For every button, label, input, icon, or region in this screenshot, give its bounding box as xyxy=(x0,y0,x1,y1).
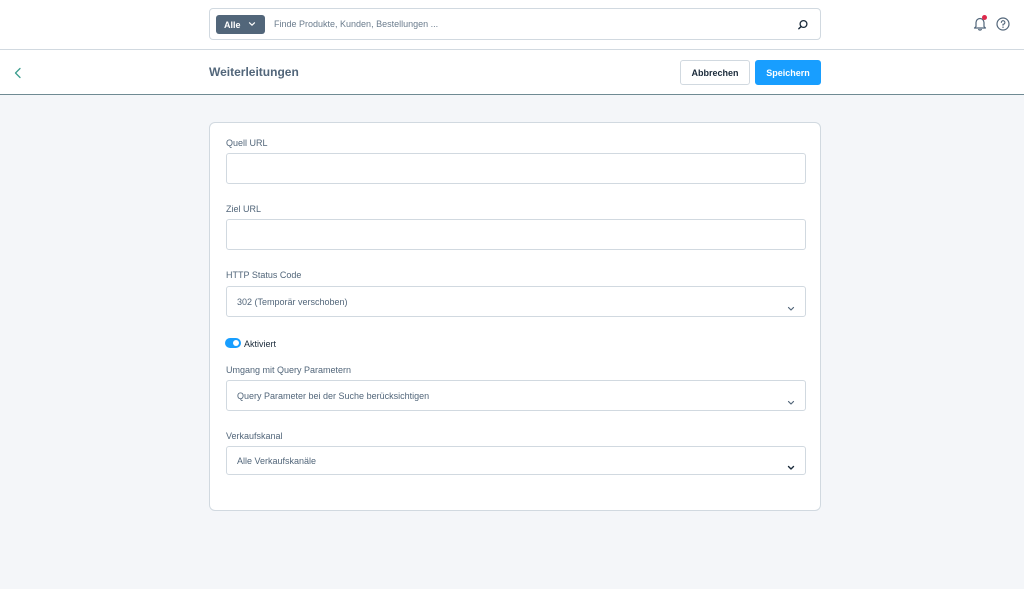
search-icon[interactable] xyxy=(797,18,809,36)
search-type-label: Alle xyxy=(224,19,241,30)
notification-dot xyxy=(982,15,987,20)
redirect-form-card: Quell URL Ziel URL HTTP Status Code 302 … xyxy=(209,122,821,511)
source-url-input[interactable] xyxy=(227,154,805,183)
sales-channel-label: Verkaufskanal xyxy=(226,431,283,441)
back-icon[interactable] xyxy=(13,66,23,84)
active-toggle[interactable] xyxy=(225,338,241,348)
page-title: Weiterleitungen xyxy=(209,65,299,79)
global-search: Alle xyxy=(209,8,821,40)
http-status-value: 302 (Temporär verschoben) xyxy=(237,297,348,307)
query-params-label: Umgang mit Query Parametern xyxy=(226,365,352,375)
source-url-field[interactable] xyxy=(226,153,806,184)
chevron-down-icon xyxy=(787,393,795,411)
query-params-value: Query Parameter bei der Suche berücksich… xyxy=(237,391,430,401)
query-params-select[interactable]: Query Parameter bei der Suche berücksich… xyxy=(226,380,806,411)
active-toggle-label: Aktiviert xyxy=(244,339,277,349)
help-icon[interactable] xyxy=(996,17,1010,36)
http-status-label: HTTP Status Code xyxy=(226,270,302,280)
target-url-label: Ziel URL xyxy=(226,204,262,214)
chevron-down-icon xyxy=(248,20,256,30)
smart-bar: Weiterleitungen Abbrechen Speichern xyxy=(0,50,1024,95)
chevron-down-icon xyxy=(787,458,795,476)
source-url-label: Quell URL xyxy=(226,138,268,148)
sales-channel-value: Alle Verkaufskanäle xyxy=(237,456,317,466)
http-status-select[interactable]: 302 (Temporär verschoben) xyxy=(226,286,806,317)
cancel-button[interactable]: Abbrechen xyxy=(680,60,750,85)
chevron-down-icon xyxy=(787,299,795,317)
save-button[interactable]: Speichern xyxy=(755,60,821,85)
toggle-knob xyxy=(233,340,239,346)
sales-channel-select[interactable]: Alle Verkaufskanäle xyxy=(226,446,806,475)
top-bar: Alle xyxy=(0,0,1024,50)
search-input[interactable] xyxy=(274,10,774,38)
search-type-dropdown[interactable]: Alle xyxy=(216,15,265,34)
target-url-input[interactable] xyxy=(227,220,805,249)
target-url-field[interactable] xyxy=(226,219,806,250)
